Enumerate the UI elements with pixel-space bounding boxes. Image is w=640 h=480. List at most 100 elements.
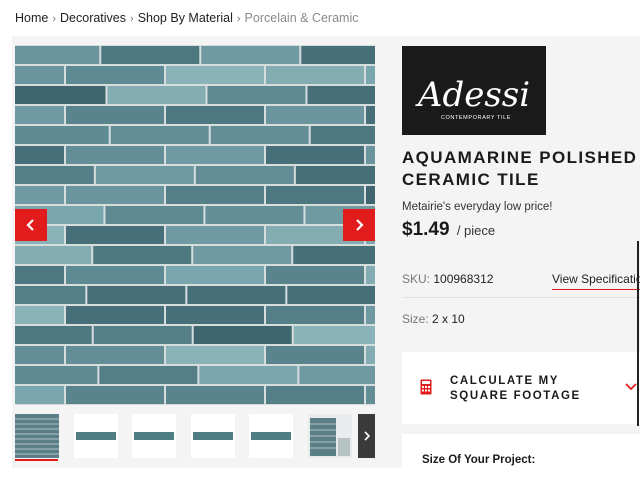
scrollbar[interactable] (637, 241, 639, 426)
tile-brick (210, 126, 309, 144)
tile-brick (66, 306, 164, 324)
chevron-left-icon (26, 219, 34, 231)
view-specifications-link[interactable]: View Specifications (552, 272, 640, 290)
tile-brick (266, 266, 364, 284)
price-value: $1.49 (402, 219, 450, 240)
tile-brick (15, 326, 92, 344)
tile-brick (166, 66, 264, 84)
tile-brick (366, 386, 375, 404)
tile-brick (266, 106, 364, 124)
tile-brick (15, 286, 86, 304)
tile-brick (166, 266, 264, 284)
tile-brick (195, 166, 294, 184)
calculate-square-footage-label: CALCULATE MY SQUARE FOOTAGE (450, 375, 581, 402)
tile-brick (366, 186, 375, 204)
tile-brick (66, 226, 164, 244)
tile-brick (87, 286, 186, 304)
gallery-prev-button[interactable] (15, 209, 47, 241)
tile-brick (15, 186, 64, 204)
tile-brick (95, 166, 194, 184)
calculator-icon (420, 379, 432, 395)
tile-brick (366, 306, 375, 324)
breadcrumb: Home › Decoratives › Shop By Material › Porcel… (15, 11, 358, 25)
gallery-next-button[interactable] (343, 209, 375, 241)
tile-brick (15, 306, 64, 324)
breadcrumb-shop-by-material[interactable]: Shop By Material (138, 11, 233, 25)
svg-text:CONTEMPORARY TILE: CONTEMPORARY TILE (441, 115, 511, 121)
tile-brick (366, 66, 375, 84)
active-thumbnail-indicator (15, 459, 58, 461)
breadcrumb-separator: › (236, 13, 241, 25)
tile-brick (193, 326, 292, 344)
thumbnail-3[interactable] (132, 414, 176, 458)
chevron-right-icon (356, 219, 364, 231)
breadcrumb-decoratives[interactable]: Decoratives (60, 11, 126, 25)
tile-brick (366, 146, 375, 164)
tile-brick (101, 46, 200, 64)
tile-brick (366, 266, 375, 284)
thumbnail-next-button[interactable] (358, 414, 375, 458)
project-size-section: Size Of Your Project: (402, 434, 640, 480)
tile-brick (66, 386, 164, 404)
tile-brick (66, 66, 164, 84)
tile-brick (110, 126, 209, 144)
chevron-right-icon (363, 431, 370, 441)
tile-brick (15, 66, 64, 84)
product-main-image (15, 45, 375, 405)
tile-brick (166, 346, 264, 364)
tile-brick (287, 286, 375, 304)
tile-brick (366, 346, 375, 364)
tile-brick (166, 186, 264, 204)
tile-brick (299, 366, 375, 384)
chevron-down-icon (625, 383, 637, 391)
tile-brick (199, 366, 298, 384)
low-price-text: Metairie's everyday low price! (402, 201, 553, 213)
tile-brick (295, 166, 375, 184)
tile-brick (310, 126, 375, 144)
tile-brick (266, 346, 364, 364)
calculate-square-footage-button[interactable]: CALCULATE MY SQUARE FOOTAGE (402, 352, 640, 424)
project-size-label: Size Of Your Project: (422, 454, 536, 466)
tile-brick (66, 346, 164, 364)
breadcrumb-home[interactable]: Home (15, 11, 48, 25)
thumbnail-5[interactable] (249, 414, 293, 458)
tile-brick (301, 46, 375, 64)
tile-brick (293, 246, 375, 264)
size-label: Size: (402, 312, 429, 326)
tile-brick (15, 366, 98, 384)
thumbnail-2[interactable] (74, 414, 118, 458)
tile-brick (66, 146, 164, 164)
sku: SKU: 100968312 (402, 272, 493, 286)
tile-brick (166, 226, 264, 244)
tile-brick (205, 206, 304, 224)
tile-brick (187, 286, 286, 304)
brand-logo: Adessi CONTEMPORARY TILE (402, 46, 546, 135)
product-title: AQUAMARINE POLISHED CERAMIC TILE (402, 148, 638, 189)
tile-brick (15, 386, 64, 404)
size-value: 2 x 10 (432, 312, 465, 326)
tile-brick (15, 46, 100, 64)
breadcrumb-current: Porcelain & Ceramic (244, 11, 359, 25)
tile-brick (15, 266, 64, 284)
tile-brick (66, 266, 164, 284)
thumbnail-6[interactable] (308, 414, 352, 458)
tile-brick (166, 146, 264, 164)
breadcrumb-separator: › (52, 13, 57, 25)
size: Size: 2 x 10 (402, 312, 465, 326)
tile-brick (105, 206, 204, 224)
divider (402, 297, 640, 298)
tile-brick (15, 126, 109, 144)
tile-brick (166, 386, 264, 404)
price-unit: / piece (456, 223, 496, 238)
tile-brick (15, 246, 92, 264)
thumbnail-1[interactable] (15, 414, 59, 458)
tile-brick (99, 366, 198, 384)
tile-pattern-image (15, 45, 375, 405)
thumbnail-4[interactable] (191, 414, 235, 458)
svg-text:Adessi: Adessi (415, 75, 530, 115)
tile-brick (93, 246, 192, 264)
tile-brick (266, 186, 364, 204)
tile-brick (15, 86, 106, 104)
tile-brick (15, 346, 64, 364)
tile-brick (201, 46, 300, 64)
